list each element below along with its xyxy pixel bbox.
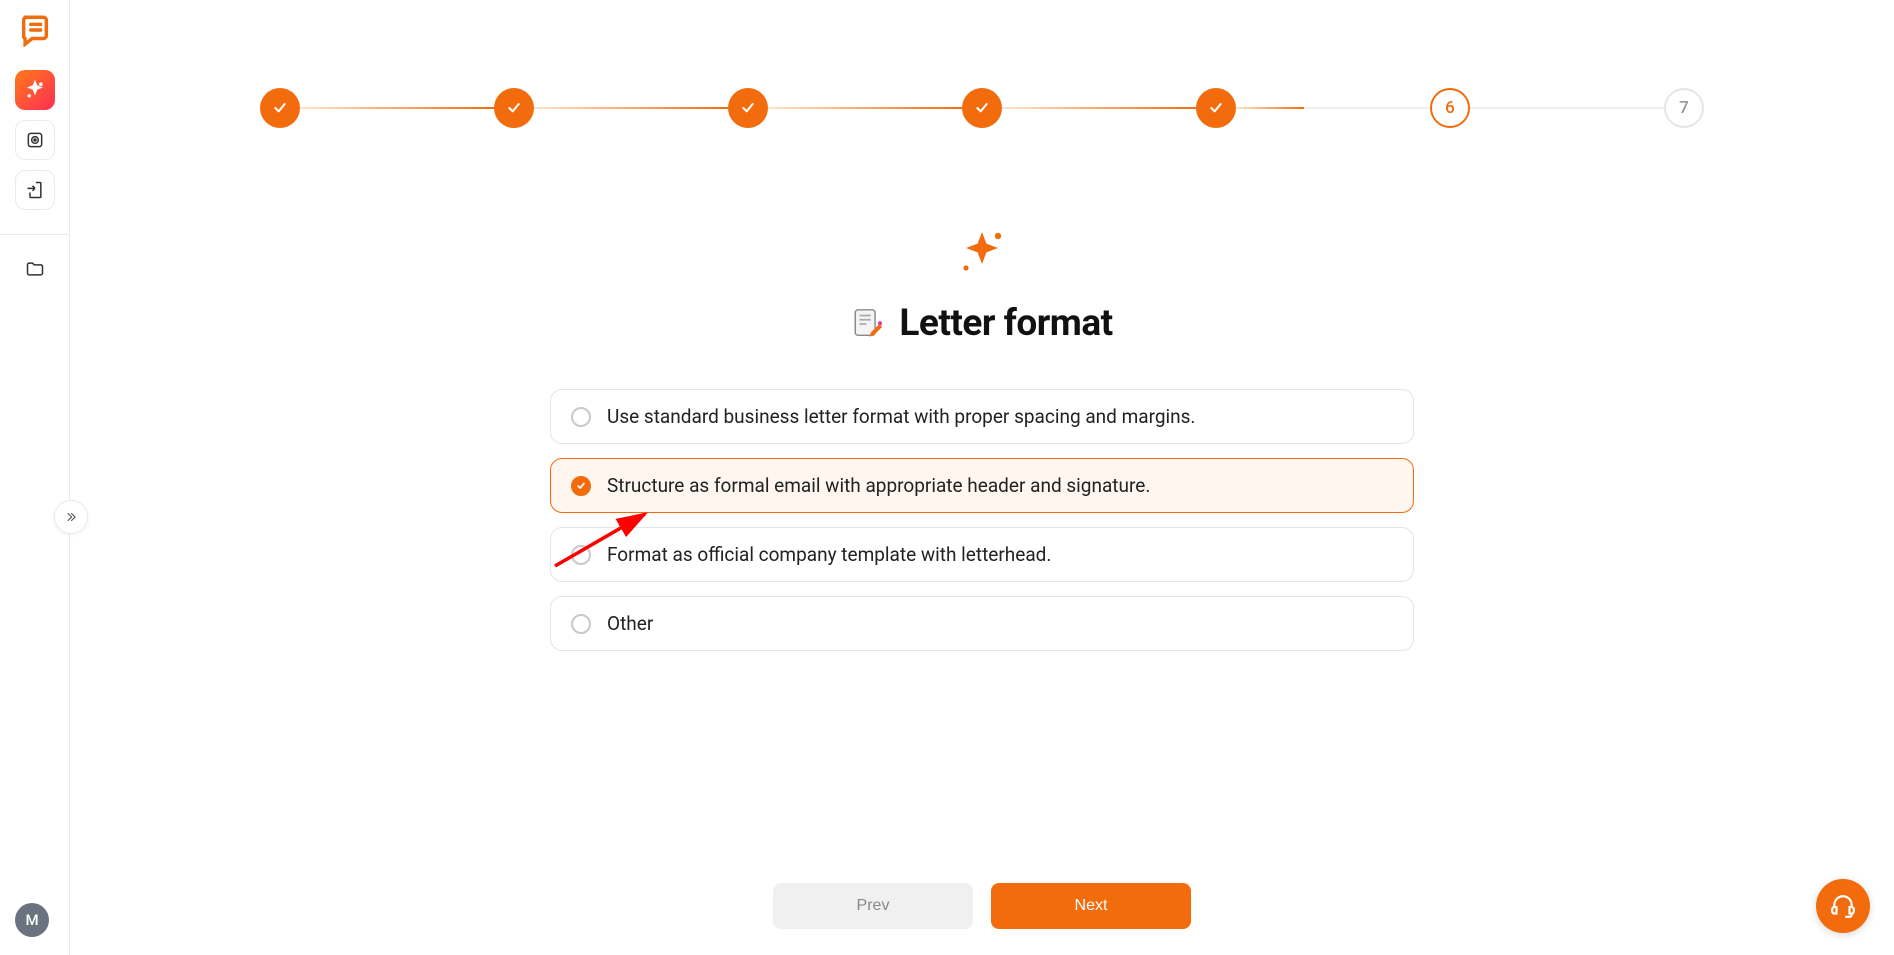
step-1[interactable] [260, 88, 300, 128]
sidebar-expand-button[interactable] [54, 500, 88, 534]
radio-icon [571, 407, 591, 427]
check-icon [1208, 100, 1224, 116]
step-3[interactable] [728, 88, 768, 128]
next-button[interactable]: Next [991, 883, 1191, 929]
step-label: 6 [1445, 98, 1455, 118]
step-7[interactable]: 7 [1664, 88, 1704, 128]
avatar-letter: M [25, 911, 38, 929]
option-label: Format as official company template with… [607, 543, 1051, 566]
step-line [1002, 107, 1196, 109]
nav-import-button[interactable] [15, 170, 55, 210]
step-label: 7 [1679, 98, 1689, 118]
prev-label: Prev [857, 897, 890, 914]
sparkle-icon [958, 228, 1006, 280]
content: Letter format Use standard business lett… [70, 228, 1894, 651]
step-4[interactable] [962, 88, 1002, 128]
check-icon [974, 100, 990, 116]
app-logo[interactable] [17, 12, 53, 48]
step-6[interactable]: 6 [1430, 88, 1470, 128]
nav-target-button[interactable] [15, 120, 55, 160]
step-5[interactable] [1196, 88, 1236, 128]
check-icon [506, 100, 522, 116]
option-list: Use standard business letter format with… [550, 389, 1414, 651]
main-area: 6 7 Letter format Use standard business … [70, 0, 1894, 955]
radio-icon [571, 545, 591, 565]
help-fab[interactable] [1816, 879, 1870, 933]
prev-button[interactable]: Prev [773, 883, 973, 929]
wizard-nav: Prev Next [773, 883, 1191, 929]
headset-icon [1830, 893, 1856, 919]
document-edit-icon [851, 307, 885, 341]
option-label: Other [607, 612, 653, 635]
option-label: Use standard business letter format with… [607, 405, 1195, 428]
option-formal-email[interactable]: Structure as formal email with appropria… [550, 458, 1414, 513]
stepper: 6 7 [70, 0, 1894, 128]
page-title-row: Letter format [851, 302, 1112, 345]
chevron-right-double-icon [64, 510, 78, 524]
step-line [300, 107, 494, 109]
sidebar: M [0, 0, 70, 955]
page-title: Letter format [899, 302, 1112, 345]
check-icon [740, 100, 756, 116]
step-line [1470, 107, 1664, 109]
radio-icon [571, 614, 591, 634]
user-avatar[interactable]: M [15, 903, 49, 937]
step-line [534, 107, 728, 109]
nav-folder-button[interactable] [15, 249, 55, 289]
option-company-template[interactable]: Format as official company template with… [550, 527, 1414, 582]
step-line [768, 107, 962, 109]
step-line [1236, 107, 1430, 109]
option-standard-business[interactable]: Use standard business letter format with… [550, 389, 1414, 444]
step-2[interactable] [494, 88, 534, 128]
sidebar-divider [0, 234, 69, 235]
nav-sparkle-button[interactable] [15, 70, 55, 110]
next-label: Next [1075, 897, 1108, 914]
option-other[interactable]: Other [550, 596, 1414, 651]
option-label: Structure as formal email with appropria… [607, 474, 1150, 497]
check-icon [272, 100, 288, 116]
radio-icon [571, 476, 591, 496]
